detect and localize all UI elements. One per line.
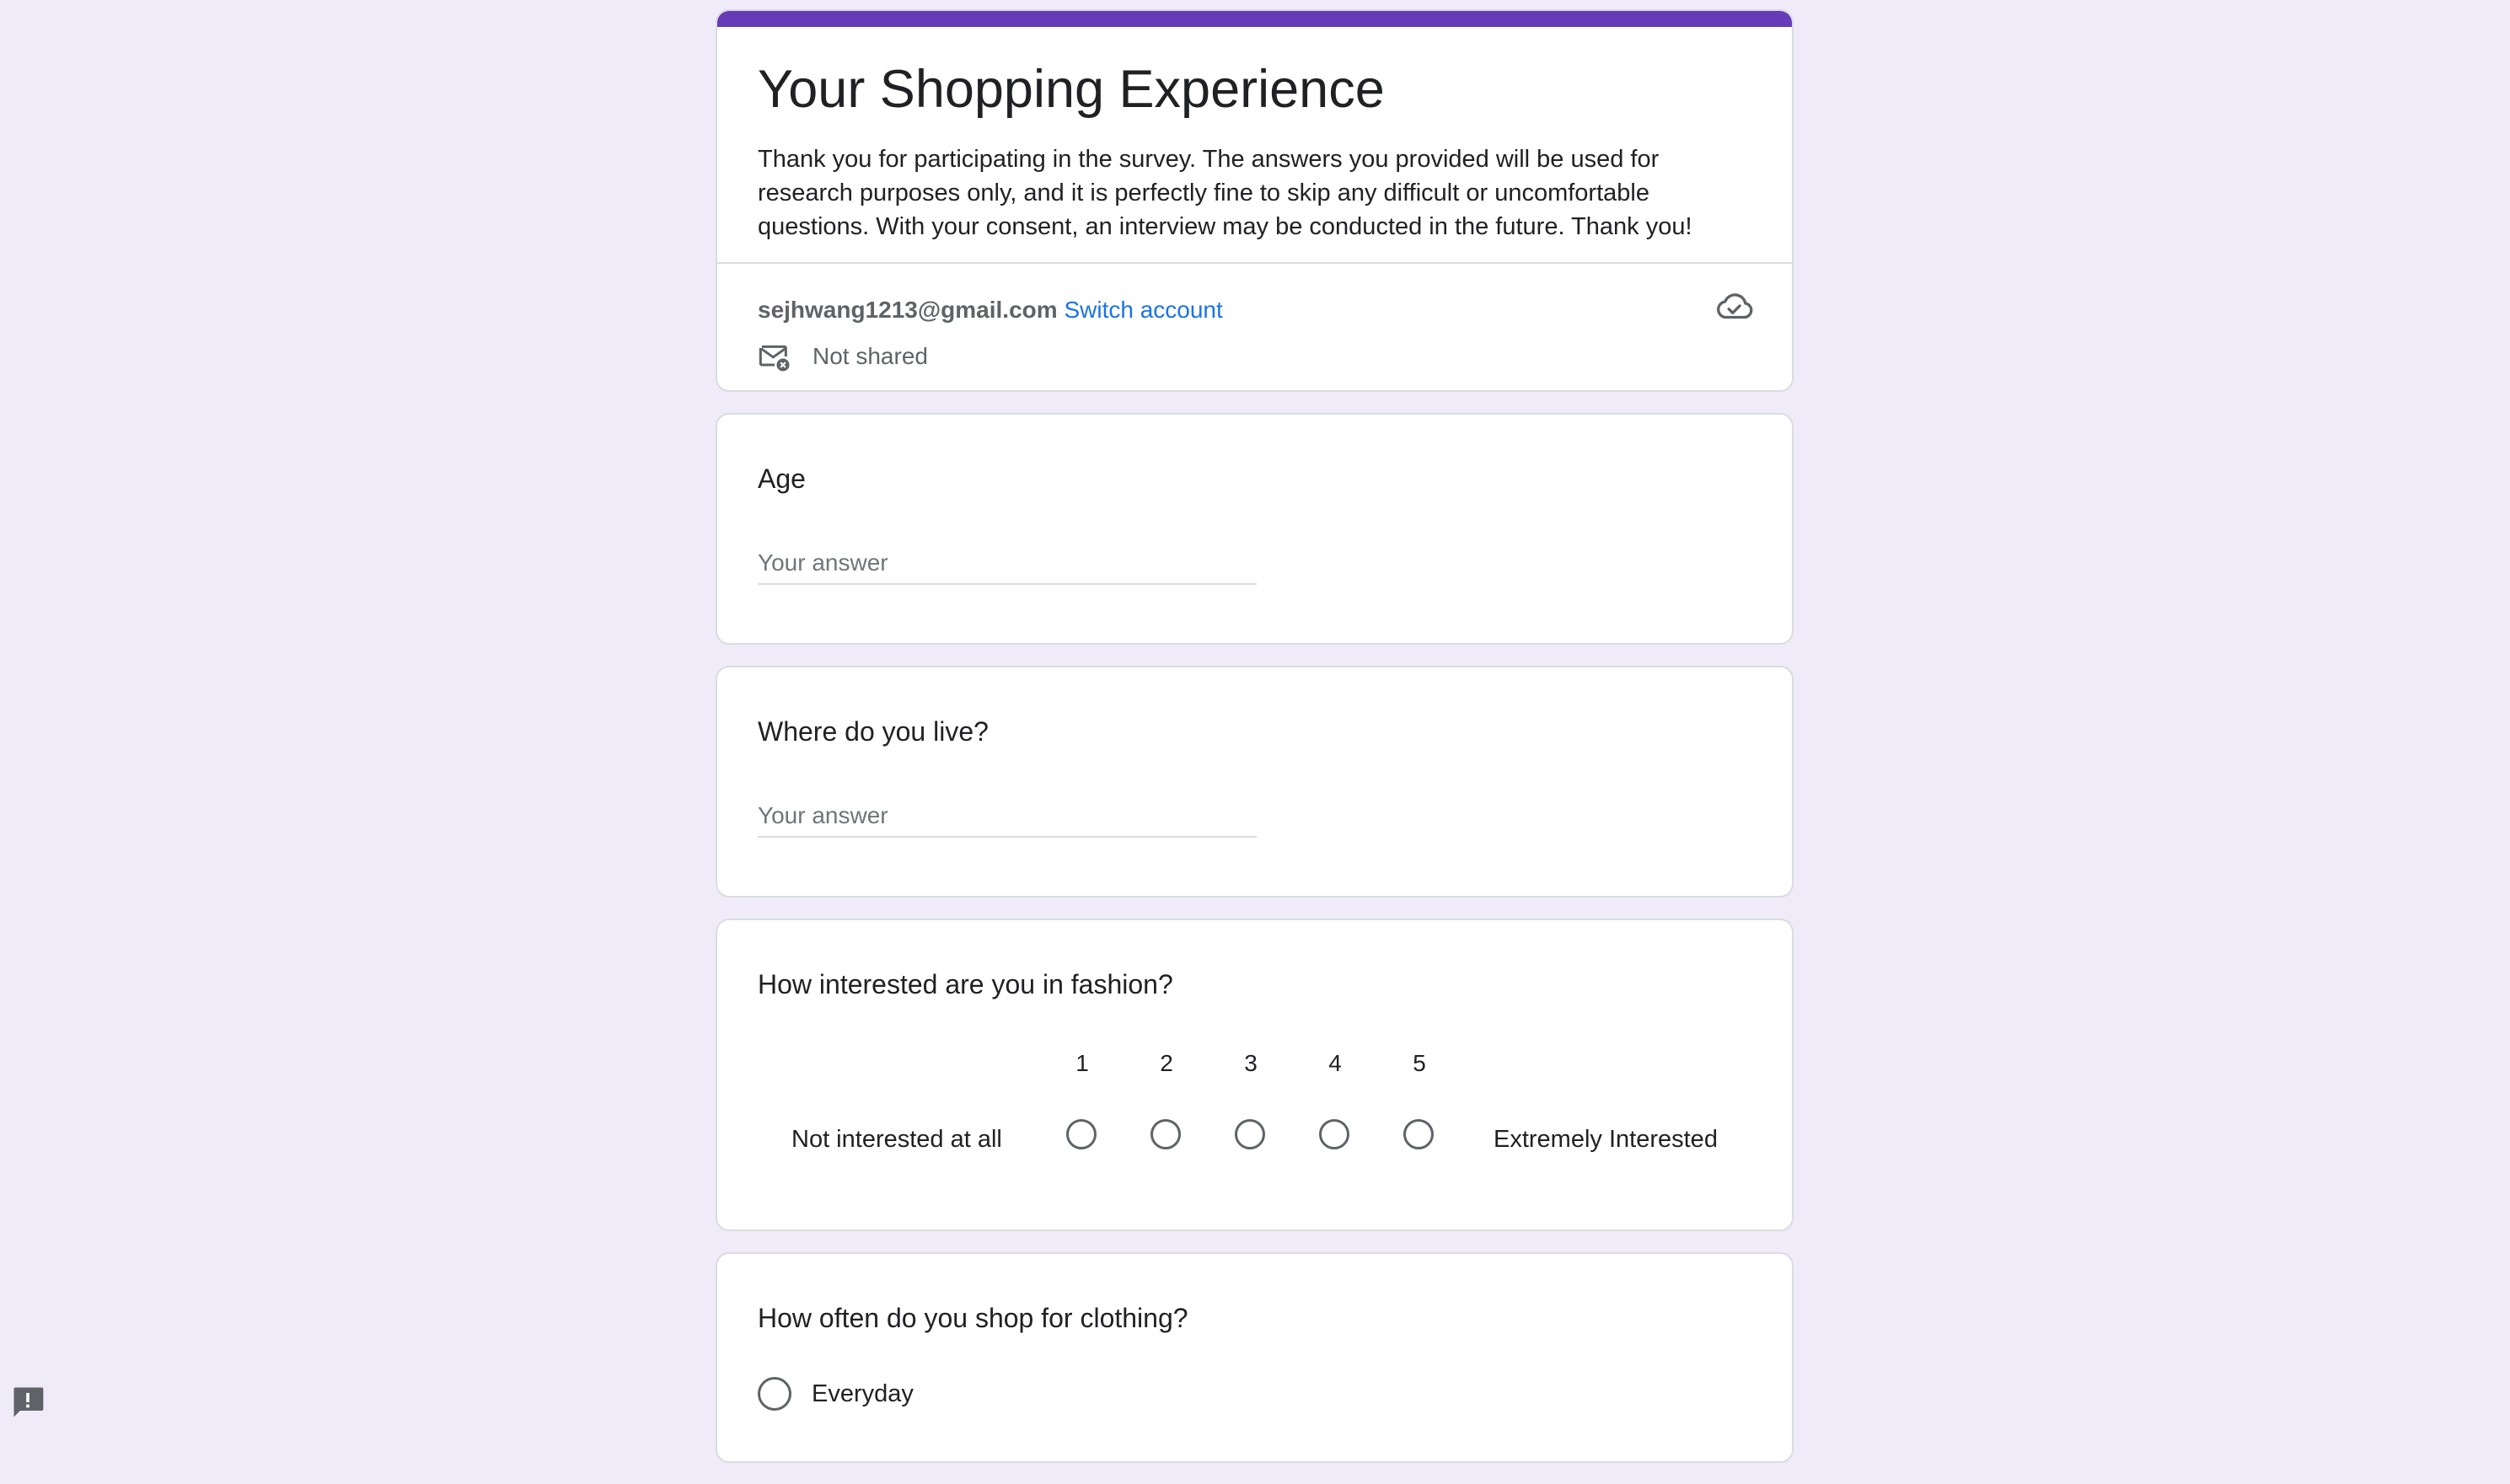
scale-radio-2[interactable] [1150, 1119, 1181, 1149]
scale-radio-3[interactable] [1235, 1119, 1265, 1149]
switch-account-link[interactable]: Switch account [1064, 297, 1222, 323]
question-card-location: Where do you live? [716, 666, 1794, 897]
form-description: Thank you for participating in the surve… [758, 146, 1692, 240]
scale-radio-5[interactable] [1403, 1119, 1434, 1149]
question-card-age: Age [716, 413, 1794, 645]
scale-radio-4[interactable] [1319, 1119, 1349, 1149]
scale-number-2: 2 [1160, 1050, 1173, 1076]
form-header-card: Your Shopping Experience Thank you for p… [716, 9, 1794, 392]
mail-not-shared-icon [759, 345, 790, 372]
option-radio-everyday[interactable] [758, 1377, 791, 1411]
question-title: How often do you shop for clothing? [758, 1303, 1188, 1333]
email-not-shared-row: Not shared [758, 340, 928, 373]
account-line: sejhwang1213@gmail.com Switch account [758, 294, 1223, 326]
scale-number-3: 3 [1244, 1050, 1258, 1076]
age-answer-input[interactable] [758, 549, 1257, 585]
cloud-check-icon [1717, 293, 1753, 319]
option-label-everyday[interactable]: Everyday [812, 1378, 914, 1410]
scale-number-4: 4 [1328, 1050, 1342, 1076]
location-answer-input[interactable] [758, 802, 1257, 838]
scale-number-5: 5 [1413, 1050, 1426, 1076]
form-container: Your Shopping Experience Thank you for p… [716, 9, 1794, 1484]
account-email: sejhwang1213@gmail.com [758, 297, 1058, 323]
question-card-shopping-frequency: How often do you shop for clothing? Ever… [716, 1252, 1794, 1463]
scale-high-label: Extremely Interested [1494, 1126, 1718, 1153]
question-card-fashion-interest: How interested are you in fashion? 1 2 3… [716, 919, 1794, 1231]
question-title: Age [758, 463, 806, 494]
scale-low-label: Not interested at all [791, 1126, 1002, 1153]
scale-radio-1[interactable] [1066, 1119, 1097, 1149]
form-title: Your Shopping Experience [758, 60, 1385, 119]
header-divider [717, 262, 1792, 264]
scale-number-1: 1 [1075, 1050, 1089, 1076]
question-title: Where do you live? [758, 716, 989, 747]
report-feedback-icon[interactable] [9, 1383, 46, 1420]
form-accent-bar [717, 11, 1792, 27]
not-shared-label: Not shared [813, 343, 928, 369]
question-title: How interested are you in fashion? [758, 969, 1173, 999]
